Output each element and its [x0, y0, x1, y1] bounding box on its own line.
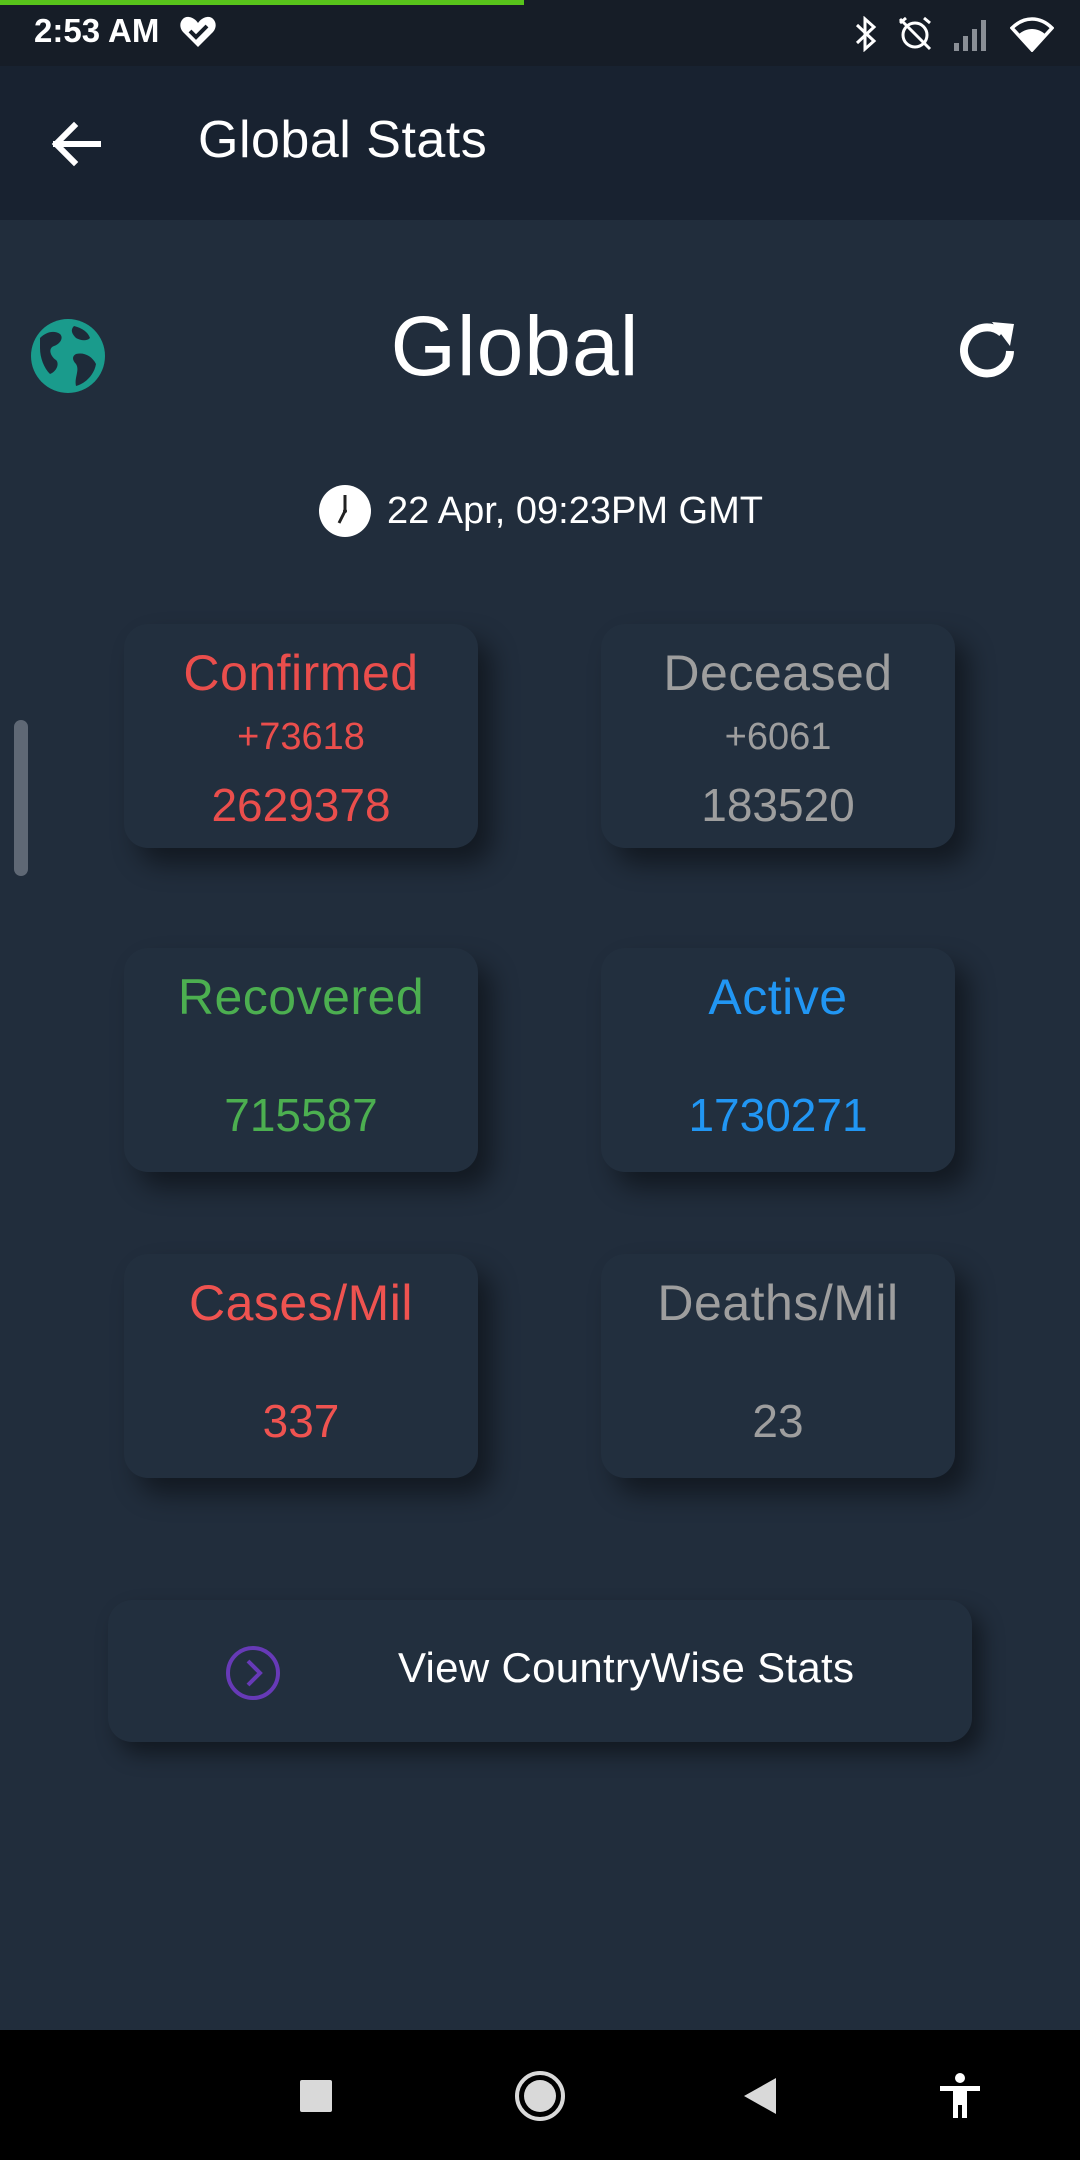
arrow-left-icon — [51, 121, 101, 167]
confirmed-label: Confirmed — [183, 645, 419, 701]
accessibility-button[interactable] — [924, 2060, 996, 2132]
cases-per-million-value: 337 — [262, 1395, 340, 1447]
home-button[interactable] — [504, 2060, 576, 2132]
deaths-per-million-value: 23 — [752, 1395, 804, 1447]
scrollbar[interactable] — [14, 720, 28, 876]
confirmed-value: 2629378 — [211, 779, 391, 831]
status-icons — [854, 12, 1054, 56]
last-updated-text: 22 Apr, 09:23PM GMT — [387, 489, 763, 532]
nav-back-button[interactable] — [724, 2060, 796, 2132]
home-circle-icon — [515, 2071, 565, 2121]
heart-check-icon — [180, 16, 216, 47]
active-value: 1730271 — [688, 1089, 868, 1141]
bluetooth-icon — [855, 16, 877, 52]
app-bar: Global Stats — [0, 66, 1080, 220]
back-triangle-icon — [744, 2078, 776, 2114]
recovered-value: 715587 — [224, 1089, 378, 1141]
view-countrywise-label: View CountryWise Stats — [398, 1644, 855, 1691]
deceased-card[interactable]: Deceased +6061 183520 — [601, 624, 955, 848]
recovered-label: Recovered — [177, 969, 425, 1025]
deaths-per-million-card[interactable]: Deaths/Mil 23 — [601, 1254, 955, 1478]
view-countrywise-button[interactable]: View CountryWise Stats — [108, 1600, 972, 1742]
chevron-right-circle-icon — [226, 1646, 280, 1700]
accessibility-icon — [940, 2073, 980, 2118]
recovered-card[interactable]: Recovered 715587 — [124, 948, 478, 1172]
deceased-label: Deceased — [663, 645, 893, 701]
page-title: Global Stats — [198, 111, 488, 169]
recents-button[interactable] — [280, 2060, 352, 2132]
system-nav-bar — [0, 2030, 1080, 2160]
last-updated: 22 Apr, 09:23PM GMT — [0, 483, 1080, 539]
recents-square-icon — [300, 2080, 332, 2112]
active-label: Active — [708, 969, 848, 1025]
status-bar: 2:53 AM — [0, 0, 1080, 66]
cases-per-million-card[interactable]: Cases/Mil 337 — [124, 1254, 478, 1478]
deaths-per-million-label: Deaths/Mil — [657, 1275, 899, 1331]
signal-icon — [954, 20, 986, 51]
confirmed-card[interactable]: Confirmed +73618 2629378 — [124, 624, 478, 848]
refresh-icon[interactable] — [952, 316, 1022, 386]
active-card[interactable]: Active 1730271 — [601, 948, 955, 1172]
region-title: Global — [390, 299, 640, 393]
alarm-off-icon — [898, 16, 932, 51]
wifi-icon — [1010, 17, 1054, 52]
cases-per-million-label: Cases/Mil — [189, 1275, 413, 1331]
back-button[interactable] — [44, 112, 108, 176]
status-time: 2:53 AM — [34, 12, 160, 49]
deceased-value: 183520 — [701, 779, 855, 831]
confirmed-delta: +73618 — [237, 716, 365, 758]
page-load-progress — [0, 0, 524, 5]
clock-icon — [319, 485, 372, 537]
deceased-delta: +6061 — [724, 716, 832, 758]
